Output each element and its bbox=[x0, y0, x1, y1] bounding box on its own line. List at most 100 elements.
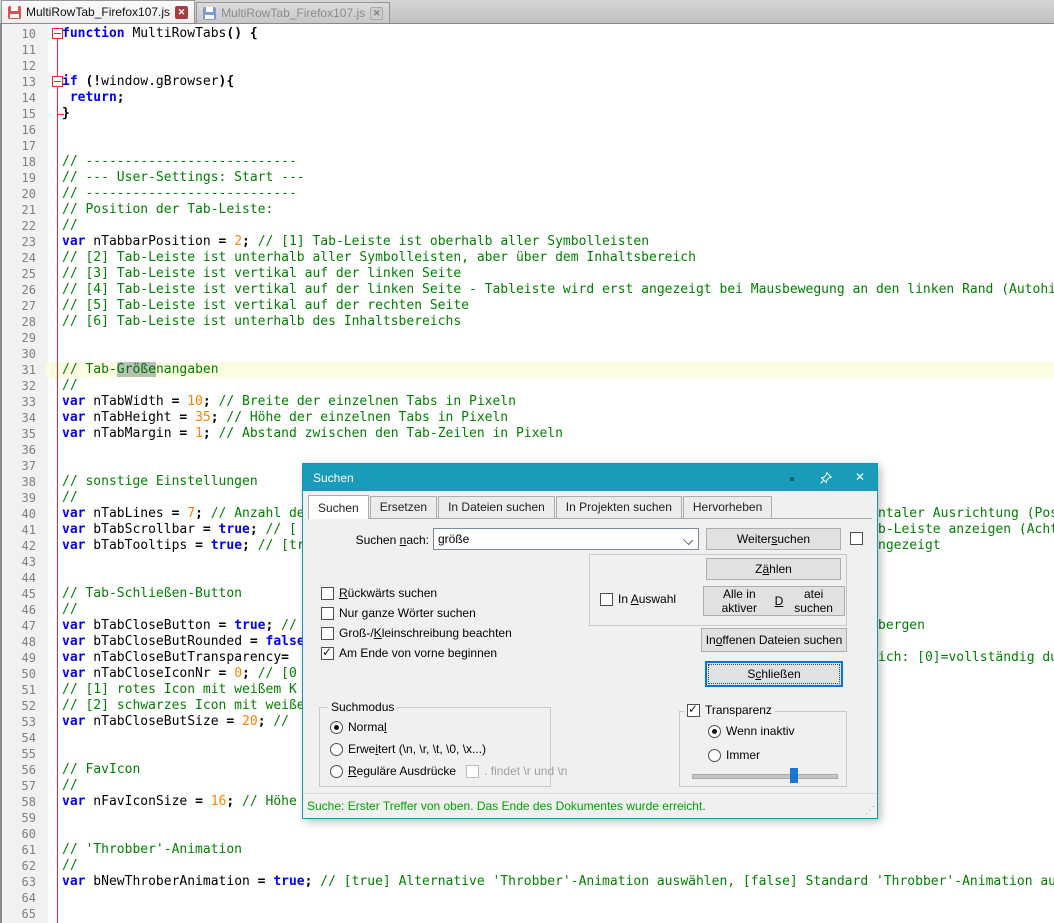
find-dialog-titlebar[interactable]: Suchen ✕ bbox=[303, 464, 877, 491]
radio-circle[interactable] bbox=[708, 749, 721, 762]
code-line[interactable]: 30 bbox=[0, 346, 1054, 362]
resize-grip[interactable]: ⋰ bbox=[865, 806, 875, 816]
code-line[interactable]: 34var nTabHeight = 35; // Höhe der einze… bbox=[0, 410, 1054, 426]
code-line[interactable]: 25// [3] Tab-Leiste ist vertikal auf der… bbox=[0, 266, 1054, 282]
option-checkbox[interactable]: Rückwärts suchen bbox=[321, 586, 437, 600]
pin-icon bbox=[819, 471, 833, 485]
code-text: // Tab-Größenangaben bbox=[46, 362, 1054, 378]
fold-collapse-icon[interactable] bbox=[52, 28, 63, 39]
transparency-checkbox-box[interactable] bbox=[687, 704, 700, 717]
code-token: // Tab- bbox=[62, 362, 117, 377]
code-line[interactable]: 16 bbox=[0, 122, 1054, 138]
line-number: 23 bbox=[0, 234, 46, 250]
search-mode-radio[interactable]: Erweitert (\n, \r, \t, \0, \x...) bbox=[330, 742, 486, 756]
code-line[interactable]: 36 bbox=[0, 442, 1054, 458]
line-number: 59 bbox=[0, 810, 46, 826]
code-line[interactable]: 15} bbox=[0, 106, 1054, 122]
radio-circle[interactable] bbox=[330, 743, 343, 756]
code-line[interactable]: 19// --- User-Settings: Start --- bbox=[0, 170, 1054, 186]
code-line[interactable]: 18// --------------------------- bbox=[0, 154, 1054, 170]
search-mode-radio[interactable]: Reguläre Ausdrücke. findet \r und \n bbox=[330, 764, 567, 778]
code-line[interactable]: 27// [5] Tab-Leiste ist vertikal auf der… bbox=[0, 298, 1054, 314]
line-number: 22 bbox=[0, 218, 46, 234]
search-term-combobox[interactable]: größe bbox=[433, 528, 699, 550]
code-line[interactable]: 12 bbox=[0, 58, 1054, 74]
dialog-tab-suchen[interactable]: Suchen bbox=[308, 495, 369, 519]
line-number: 44 bbox=[0, 570, 46, 586]
file-tab-active[interactable]: MultiRowTab_Firefox107.js✕ bbox=[1, 0, 195, 23]
code-line[interactable]: 28// [6] Tab-Leiste ist unterhalb des In… bbox=[0, 314, 1054, 330]
close-button[interactable]: ✕ bbox=[843, 464, 877, 491]
dialog-tab-ersetzen[interactable]: Ersetzen bbox=[370, 496, 437, 518]
code-line[interactable]: 61// 'Throbber'-Animation bbox=[0, 842, 1054, 858]
dialog-tab-in-projekten-suchen[interactable]: In Projekten suchen bbox=[556, 496, 682, 518]
file-tab-inactive[interactable]: MultiRowTab_Firefox107.js✕ bbox=[196, 2, 390, 23]
code-token: // [1] rotes Icon mit weißem K bbox=[62, 682, 297, 697]
checkbox-box[interactable] bbox=[321, 607, 334, 620]
code-token: 2 bbox=[234, 234, 242, 249]
code-line[interactable]: 13if (!window.gBrowser){ bbox=[0, 74, 1054, 90]
search-mode-radio[interactable]: Normal bbox=[330, 720, 387, 734]
radio-circle[interactable] bbox=[330, 721, 343, 734]
tab-close-icon[interactable]: ✕ bbox=[370, 7, 383, 20]
transparency-slider-thumb[interactable] bbox=[790, 768, 798, 783]
checkbox-box[interactable] bbox=[321, 647, 334, 660]
code-line[interactable]: 14 return; bbox=[0, 90, 1054, 106]
code-token: // Höhe der einzelnen Tabs in Pixeln bbox=[226, 410, 508, 425]
find-next-button[interactable]: Weiter suchen bbox=[706, 528, 841, 550]
minimize-button[interactable] bbox=[775, 464, 809, 491]
code-line[interactable]: 26// [4] Tab-Leiste ist vertikal auf der… bbox=[0, 282, 1054, 298]
find-all-current-button[interactable]: Alle in aktiver Datei suchen bbox=[703, 586, 845, 616]
fold-collapse-icon[interactable] bbox=[52, 76, 63, 87]
transparency-radio[interactable]: Immer bbox=[708, 748, 760, 762]
tab-close-icon[interactable]: ✕ bbox=[175, 6, 188, 19]
checkbox-box[interactable] bbox=[321, 627, 334, 640]
dialog-tab-hervorheben[interactable]: Hervorheben bbox=[683, 496, 772, 518]
option-checkbox[interactable]: Groß-/Kleinschreibung beachten bbox=[321, 626, 512, 640]
transparency-slider[interactable] bbox=[692, 774, 838, 779]
code-line[interactable]: 31// Tab-Größenangaben bbox=[0, 362, 1054, 378]
code-line[interactable]: 62 // bbox=[0, 858, 1054, 874]
code-line[interactable]: 64 bbox=[0, 890, 1054, 906]
code-line[interactable]: 24// [2] Tab-Leiste ist unterhalb aller … bbox=[0, 250, 1054, 266]
code-text: // [2] Tab-Leiste ist unterhalb aller Sy… bbox=[46, 250, 1054, 266]
line-number: 62 bbox=[0, 858, 46, 874]
find-dialog-title: Suchen bbox=[313, 471, 354, 485]
code-line[interactable]: 33var nTabWidth = 10; // Breite der einz… bbox=[0, 394, 1054, 410]
code-line[interactable]: 60 bbox=[0, 826, 1054, 842]
code-line[interactable]: 63var bNewThroberAnimation = true; // [t… bbox=[0, 874, 1054, 890]
code-line[interactable]: 10function MultiRowTabs() { bbox=[0, 26, 1054, 42]
code-token: = bbox=[258, 874, 274, 889]
code-line[interactable]: 20// --------------------------- bbox=[0, 186, 1054, 202]
find-dialog-tabs: SuchenErsetzenIn Dateien suchenIn Projek… bbox=[308, 494, 872, 519]
code-line[interactable]: 22// bbox=[0, 218, 1054, 234]
swap-direction-checkbox[interactable] bbox=[850, 532, 863, 545]
dialog-tab-in-dateien-suchen[interactable]: In Dateien suchen bbox=[438, 496, 555, 518]
pin-button[interactable] bbox=[809, 464, 843, 491]
code-line[interactable]: 29 bbox=[0, 330, 1054, 346]
code-line[interactable]: 17 bbox=[0, 138, 1054, 154]
code-line[interactable]: 11 bbox=[0, 42, 1054, 58]
in-selection-checkbox-box[interactable] bbox=[600, 593, 613, 606]
code-token: var bbox=[62, 634, 85, 649]
find-all-open-button[interactable]: In offenen Dateien suchen bbox=[701, 628, 847, 652]
transparency-radio[interactable]: Wenn inaktiv bbox=[708, 724, 794, 738]
code-line[interactable]: 65 bbox=[0, 906, 1054, 922]
code-line[interactable]: 32// bbox=[0, 378, 1054, 394]
code-line[interactable]: 23var nTabbarPosition = 2; // [1] Tab-Le… bbox=[0, 234, 1054, 250]
code-token: // bbox=[62, 858, 78, 873]
code-line[interactable]: 21// Position der Tab-Leiste: bbox=[0, 202, 1054, 218]
in-selection-checkbox[interactable]: In Auswahl bbox=[600, 592, 676, 606]
checkbox-box[interactable] bbox=[321, 587, 334, 600]
option-checkbox[interactable]: Am Ende von vorne beginnen bbox=[321, 646, 497, 660]
close-dialog-button[interactable]: Schließen bbox=[705, 661, 843, 687]
count-button[interactable]: Zählen bbox=[706, 558, 841, 580]
code-token: var bbox=[62, 618, 85, 633]
transparency-checkbox[interactable]: Transparenz bbox=[684, 703, 775, 717]
line-number: 17 bbox=[0, 138, 46, 154]
code-token: window.gBrowser bbox=[101, 74, 218, 89]
radio-circle[interactable] bbox=[708, 725, 721, 738]
option-checkbox[interactable]: Nur ganze Wörter suchen bbox=[321, 606, 476, 620]
radio-circle[interactable] bbox=[330, 765, 343, 778]
code-line[interactable]: 35var nTabMargin = 1; // Abstand zwische… bbox=[0, 426, 1054, 442]
